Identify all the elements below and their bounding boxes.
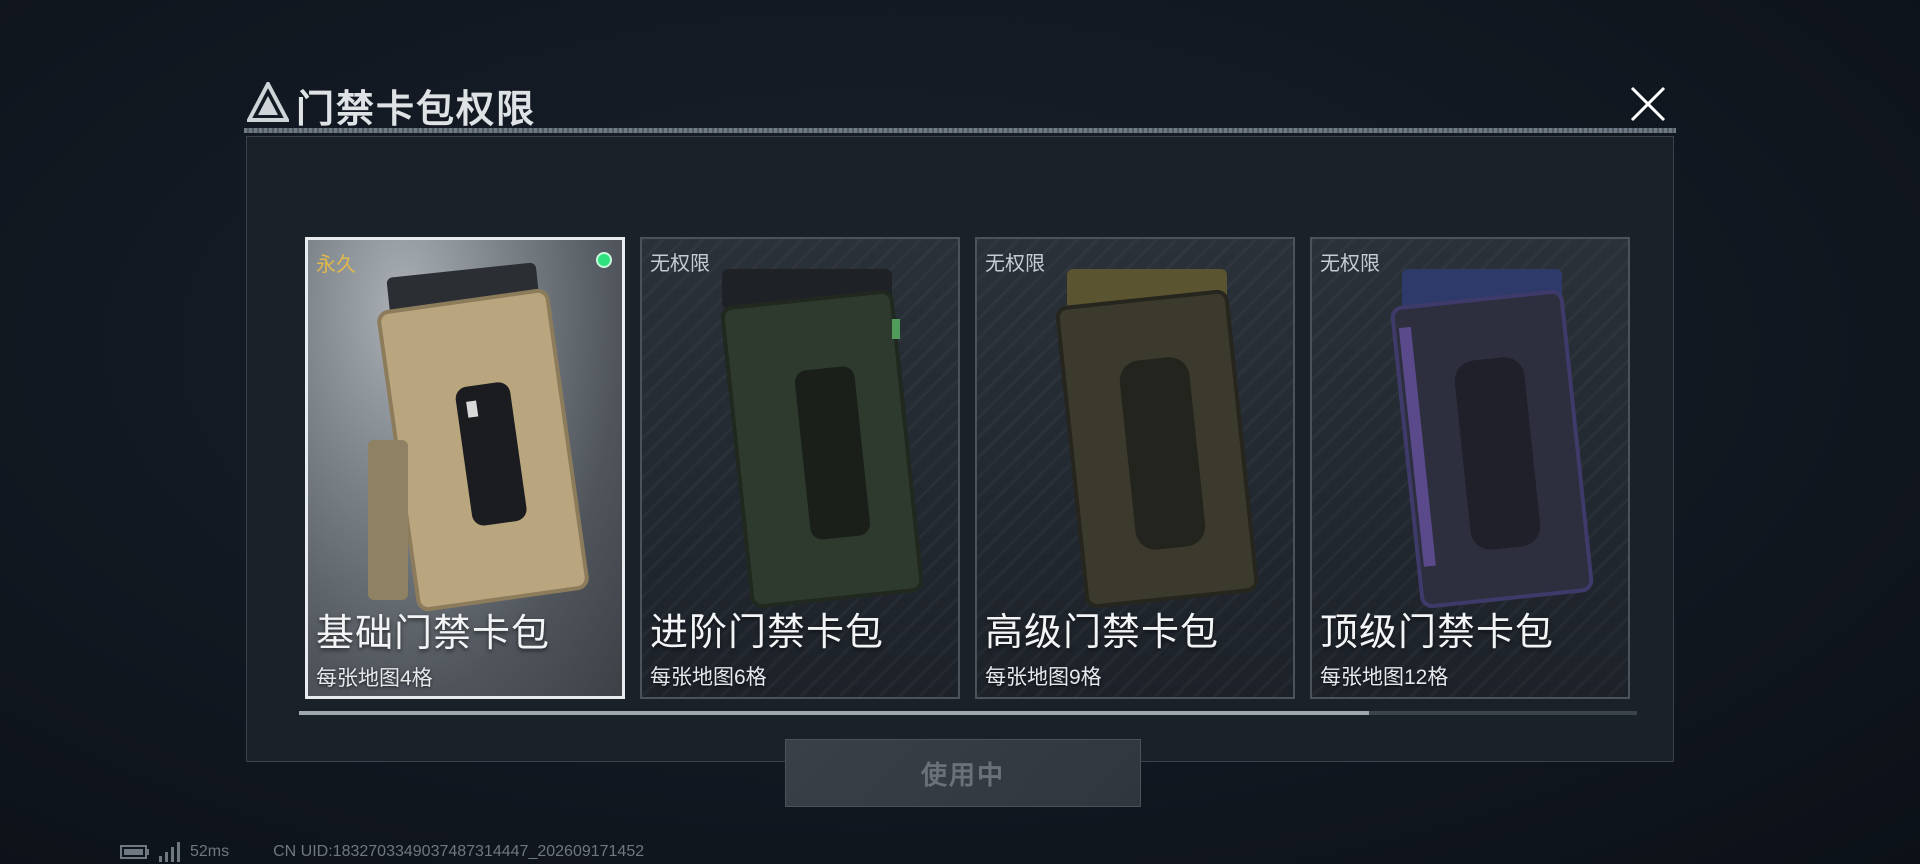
access-card-dialog: 门禁卡包权限 永久 基础门禁卡包 每张地图4格 无权限 进阶门禁卡包 每张地图6… — [244, 72, 1676, 807]
card-scrollbar[interactable] — [299, 711, 1637, 715]
scrollbar-thumb[interactable] — [299, 711, 1370, 715]
close-icon[interactable] — [1628, 84, 1668, 124]
ping-value: 52ms — [190, 843, 230, 860]
status-footer: 52ms CN UID:1832703349037487314447_20260… — [120, 842, 644, 862]
permission-badge: 无权限 — [650, 253, 710, 275]
permission-badge: 无权限 — [1320, 253, 1380, 275]
permission-badge: 永久 — [316, 254, 356, 276]
card-capacity: 每张地图6格 — [650, 666, 767, 689]
card-holder-image — [1390, 269, 1594, 609]
dialog-title: 门禁卡包权限 — [296, 89, 537, 131]
active-status-dot — [596, 252, 612, 268]
user-uid: CN UID:1832703349037487314447_2026091714… — [273, 843, 645, 860]
card-name: 高级门禁卡包 — [985, 612, 1220, 654]
triangle-logo-icon — [247, 82, 289, 122]
card-senior[interactable]: 无权限 高级门禁卡包 每张地图9格 — [975, 237, 1295, 699]
card-advanced[interactable]: 无权限 进阶门禁卡包 每张地图6格 — [640, 237, 960, 699]
battery-icon — [120, 845, 149, 859]
card-holder-image — [720, 269, 924, 609]
card-basic[interactable]: 永久 基础门禁卡包 每张地图4格 — [305, 237, 625, 699]
card-capacity: 每张地图4格 — [316, 667, 433, 690]
card-top[interactable]: 无权限 顶级门禁卡包 每张地图12格 — [1310, 237, 1630, 699]
signal-icon — [159, 842, 180, 862]
card-name: 进阶门禁卡包 — [650, 612, 885, 654]
dialog-header: 门禁卡包权限 — [244, 72, 1676, 134]
permission-badge: 无权限 — [985, 253, 1045, 275]
card-name: 基础门禁卡包 — [316, 613, 551, 655]
header-divider — [244, 128, 1676, 133]
card-holder-image — [1055, 269, 1259, 609]
card-holder-image — [368, 262, 589, 612]
card-capacity: 每张地图9格 — [985, 666, 1102, 689]
card-name: 顶级门禁卡包 — [1320, 612, 1555, 654]
in-use-button[interactable]: 使用中 — [785, 739, 1141, 807]
card-capacity: 每张地图12格 — [1320, 666, 1449, 689]
dialog-body: 永久 基础门禁卡包 每张地图4格 无权限 进阶门禁卡包 每张地图6格 无权限 高… — [246, 136, 1674, 807]
